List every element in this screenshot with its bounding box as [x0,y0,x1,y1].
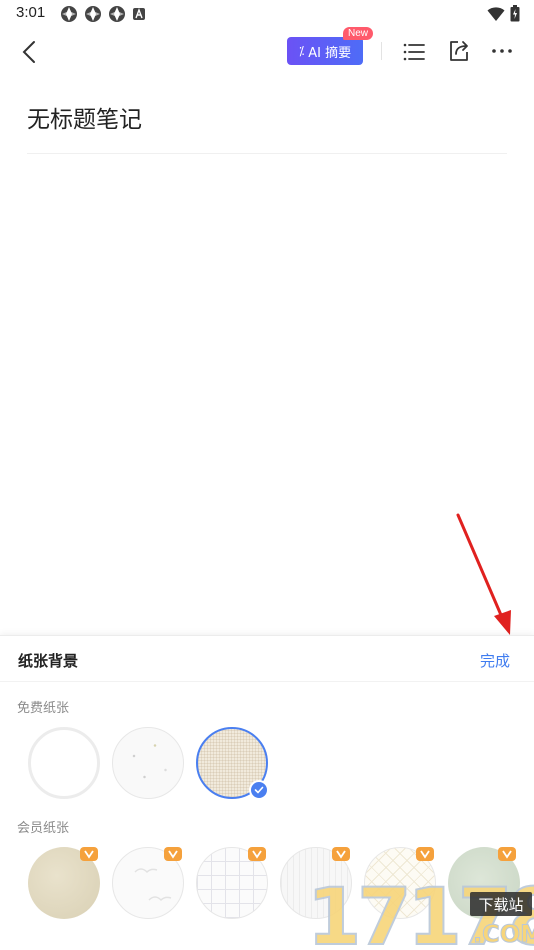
status-right-icons [487,5,520,22]
app-icon [61,6,77,22]
new-badge: New [343,27,374,40]
outline-list-icon [403,43,425,61]
title-divider [27,153,507,154]
back-button[interactable] [18,38,42,66]
outline-list-button[interactable] [402,40,426,64]
more-button[interactable] [490,39,514,63]
svg-text:下载站: 下载站 [478,896,523,914]
more-icon [492,49,512,53]
annotation-arrow-icon [456,513,511,635]
notification-icons [60,5,146,23]
vip-crown-icon [248,847,266,861]
done-button[interactable]: 完成 [480,650,510,671]
ai-summary-button[interactable]: ⁒ AI 摘要 [287,37,363,65]
app-icon [109,6,125,22]
battery-icon [510,5,520,22]
free-section-label: 免费纸张 [17,701,70,716]
paper-option-plain-white[interactable] [28,727,100,799]
back-icon [22,41,35,63]
app-icon [85,6,101,22]
site-watermark-logo: 17178 下载站 .COM [306,872,534,950]
panel-title: 纸张背景 [18,652,79,670]
vip-section-label: 会员纸张 [17,821,70,836]
top-toolbar: ⁒ AI 摘要 New [0,27,534,74]
vip-crown-icon [164,847,182,861]
status-bar: 3:01 [0,0,534,28]
sparkle-icon: ⁒ [298,44,305,58]
vip-crown-icon [80,847,98,861]
ai-summary-label: AI 摘要 [308,45,352,61]
toolbar-divider [381,42,382,60]
selected-check-icon [249,780,269,800]
share-icon [450,41,468,61]
a-icon [133,8,145,20]
wifi-icon [487,6,505,21]
share-button[interactable] [447,39,471,63]
svg-text:.COM: .COM [473,920,534,948]
panel-divider [0,681,534,682]
note-title[interactable]: 无标题笔记 [27,100,142,134]
paper-option-speckled[interactable] [112,727,184,799]
status-time: 3:01 [16,4,46,21]
